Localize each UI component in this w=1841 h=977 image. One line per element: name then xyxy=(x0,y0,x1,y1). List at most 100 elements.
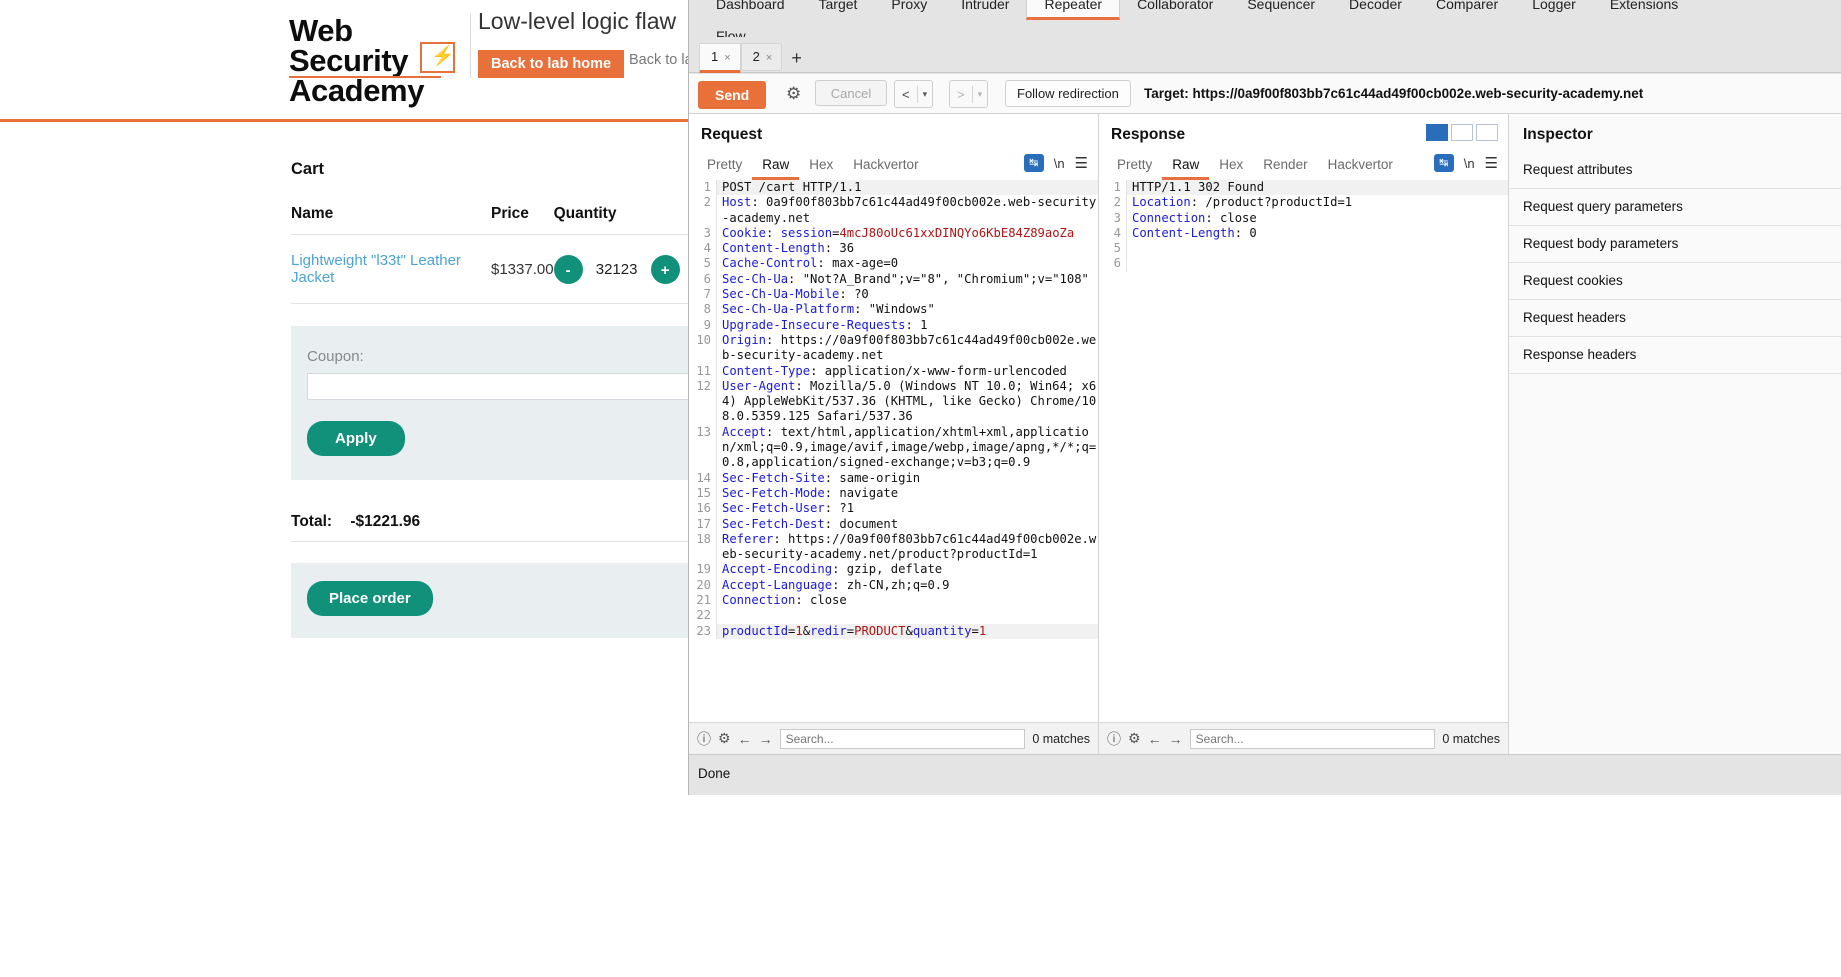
request-line: 3 Cookie: session=4mcJ80oUc61xxDINQYo6KbE… xyxy=(689,225,1098,242)
search-next-icon[interactable]: → xyxy=(1169,731,1183,747)
status-text: Done xyxy=(698,766,731,781)
response-line: 6 xyxy=(1099,256,1508,272)
tab-sequencer[interactable]: Sequencer xyxy=(1230,0,1332,17)
response-line: 1 HTTP/1.1 302 Found xyxy=(1099,180,1508,196)
line-number: 2 xyxy=(703,195,711,210)
layout-horizontal-split-icon[interactable] xyxy=(1451,124,1473,141)
back-to-lab-home-button[interactable]: Back to lab home xyxy=(478,50,625,78)
tab-target[interactable]: Target xyxy=(802,0,875,17)
history-back-arrow: < xyxy=(902,86,910,102)
response-tab-raw[interactable]: Raw xyxy=(1162,154,1210,180)
quantity-decrease-button[interactable]: - xyxy=(553,254,583,284)
request-search-input[interactable] xyxy=(779,728,1026,749)
wrap-lines-icon[interactable]: ↹ xyxy=(1433,154,1454,172)
layout-tabbed-icon[interactable] xyxy=(1476,124,1498,141)
code-token: : max-age=0 xyxy=(817,256,899,271)
response-line: 3 Connection: close xyxy=(1099,210,1508,226)
code-token: Sec-Fetch-User xyxy=(722,501,825,516)
tab-repeater[interactable]: Repeater xyxy=(1026,0,1121,20)
place-order-button[interactable]: Place order xyxy=(307,581,433,616)
request-line: 15 Sec-Fetch-Mode: navigate xyxy=(689,485,1098,502)
request-line: 13 Accept: text/html,application/xhtml+xm… xyxy=(689,424,1098,471)
help-icon[interactable]: ⓘ xyxy=(1107,729,1121,749)
close-icon[interactable]: × xyxy=(766,52,772,64)
gear-icon[interactable]: ⚙ xyxy=(1128,730,1141,747)
request-tab-hackvertor[interactable]: Hackvertor xyxy=(843,154,928,177)
response-match-count: 0 matches xyxy=(1442,731,1500,746)
history-back-button[interactable]: < ▾ xyxy=(894,80,934,108)
response-search-input[interactable] xyxy=(1189,728,1436,749)
line-number: 20 xyxy=(696,577,711,592)
history-forward-button[interactable]: > ▾ xyxy=(949,80,989,108)
code-token: Sec-Ch-Ua-Mobile xyxy=(722,287,840,302)
request-line-text: Upgrade-Insecure-Requests: 1 xyxy=(716,317,1098,333)
code-token: Sec-Fetch-Mode xyxy=(722,485,825,500)
quantity-increase-button[interactable]: + xyxy=(650,254,680,284)
burp-main-tabbar: Dashboard Target Proxy Intruder Repeater Coll… xyxy=(689,0,1841,29)
hamburger-icon[interactable]: ☰ xyxy=(1075,154,1088,172)
tab-intruder[interactable]: Intruder xyxy=(944,0,1026,17)
request-tab-raw[interactable]: Raw xyxy=(752,154,800,180)
inspector-section-1[interactable]: Request query parameters xyxy=(1509,189,1841,226)
inspector-section-3[interactable]: Request cookies xyxy=(1509,263,1841,300)
response-tab-pretty[interactable]: Pretty xyxy=(1107,154,1162,177)
response-tab-hex[interactable]: Hex xyxy=(1209,154,1253,177)
request-tab-hex[interactable]: Hex xyxy=(799,154,843,177)
send-button[interactable]: Send xyxy=(698,81,767,109)
code-token: Cookie xyxy=(722,225,767,240)
search-next-icon[interactable]: → xyxy=(759,731,773,747)
inspector-section-0[interactable]: Request attributes xyxy=(1509,152,1841,189)
tab-proxy[interactable]: Proxy xyxy=(874,0,944,17)
tab-extensions[interactable]: Extensions xyxy=(1593,0,1695,17)
layout-switch-icons xyxy=(1426,124,1498,141)
product-link[interactable]: Lightweight "l33t" Leather Jacket xyxy=(291,252,461,286)
code-token: : ?0 xyxy=(839,287,869,302)
inspector-section-5[interactable]: Response headers xyxy=(1509,337,1841,374)
response-line-text xyxy=(1126,256,1508,272)
follow-redirection-button[interactable]: Follow redirection xyxy=(1005,80,1131,107)
line-number: 1 xyxy=(703,180,711,194)
request-code-area[interactable]: 1 POST /cart HTTP/1.1 2 Host: 0a9f00f803bb7… xyxy=(689,180,1098,738)
response-title: Response xyxy=(1111,126,1186,143)
hamburger-icon[interactable]: ☰ xyxy=(1485,154,1498,172)
cancel-button[interactable]: Cancel xyxy=(815,80,887,106)
repeater-tab-2[interactable]: 2 × xyxy=(740,43,783,71)
code-token: = xyxy=(971,623,979,638)
code-token: : 0 xyxy=(1234,225,1257,240)
code-token: Content-Type xyxy=(722,363,811,378)
response-tab-render[interactable]: Render xyxy=(1253,154,1317,177)
request-line-text: Referer: https://0a9f00f803bb7c61c44ad49… xyxy=(716,531,1098,563)
request-tab-pretty[interactable]: Pretty xyxy=(697,154,752,177)
tab-comparer[interactable]: Comparer xyxy=(1419,0,1515,17)
help-icon[interactable]: ⓘ xyxy=(697,729,711,749)
new-repeater-tab-button[interactable]: + xyxy=(791,48,802,69)
response-line: 2 Location: /product?productId=1 xyxy=(1099,195,1508,211)
newline-icon[interactable]: \n xyxy=(1464,156,1475,171)
response-pane: Response Pretty Raw Hex Render Hackvertor ↹ … xyxy=(1099,114,1509,754)
tab-collaborator[interactable]: Collaborator xyxy=(1120,0,1230,17)
code-token: : same-origin xyxy=(824,470,921,485)
response-code-area[interactable]: 1 HTTP/1.1 302 Found 2 Location: /product?p… xyxy=(1099,180,1508,738)
lab-title: Low-level logic flaw xyxy=(478,8,677,34)
apply-coupon-button[interactable]: Apply xyxy=(307,421,405,456)
response-line-text: Location: /product?productId=1 xyxy=(1126,195,1508,211)
layout-vertical-split-icon[interactable] xyxy=(1426,124,1448,141)
response-tab-hackvertor[interactable]: Hackvertor xyxy=(1318,154,1403,177)
code-token: Connection xyxy=(722,593,796,608)
search-prev-icon[interactable]: ← xyxy=(1148,731,1162,747)
burp-suite-window: Dashboard Target Proxy Intruder Repeater Coll… xyxy=(688,0,1841,795)
search-prev-icon[interactable]: ← xyxy=(738,731,752,747)
repeater-tab-1[interactable]: 1 × xyxy=(699,43,741,73)
request-line-text: Origin: https://0a9f00f803bb7c61c44ad49f… xyxy=(716,332,1098,364)
inspector-section-2[interactable]: Request body parameters xyxy=(1509,226,1841,263)
newline-icon[interactable]: \n xyxy=(1054,156,1065,171)
close-icon[interactable]: × xyxy=(724,52,730,64)
inspector-section-4[interactable]: Request headers xyxy=(1509,300,1841,337)
bolt-glyph: ⚡ xyxy=(431,46,455,67)
tab-logger[interactable]: Logger xyxy=(1515,0,1593,17)
wrap-lines-icon[interactable]: ↹ xyxy=(1023,154,1044,172)
tab-decoder[interactable]: Decoder xyxy=(1332,0,1419,17)
request-line: 5 Cache-Control: max-age=0 xyxy=(689,256,1098,272)
gear-icon[interactable]: ⚙ xyxy=(718,730,731,747)
gear-icon[interactable]: ⚙ xyxy=(779,80,805,106)
